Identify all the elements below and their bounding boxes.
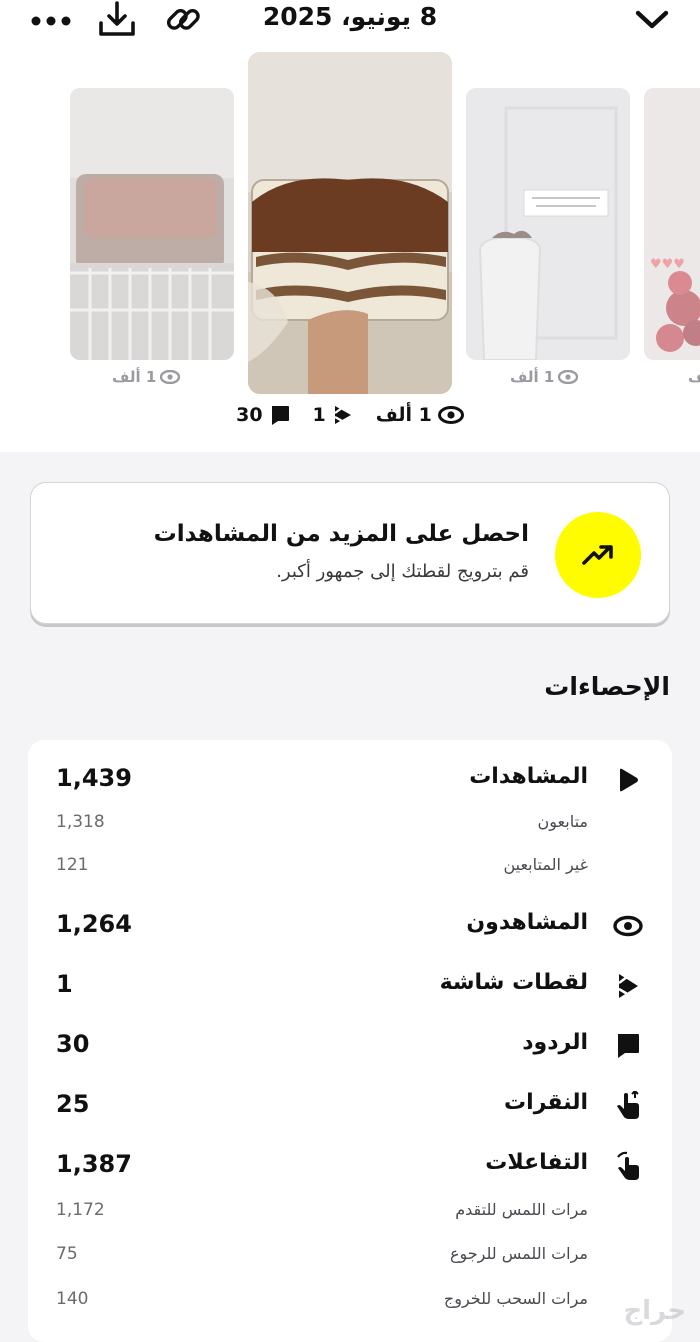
stat-value: 30 xyxy=(56,1030,90,1058)
stat-subrow-non-followers: غير المتابعين 121 xyxy=(28,855,672,885)
eye-icon xyxy=(160,370,181,384)
stat-row-views: المشاهدات 1,439 xyxy=(28,764,672,804)
fridge-cake-image xyxy=(70,88,234,360)
stat-label: التفاعلات xyxy=(485,1150,588,1175)
stats-card: المشاهدات 1,439 متابعون 1,318 غير المتاب… xyxy=(28,740,672,1342)
stat-sublabel: مرات السحب للخروج xyxy=(443,1289,588,1308)
thumbnail-views-label: 1 ألف xyxy=(510,368,555,386)
tiramisu-image xyxy=(248,52,452,394)
metric-screenshots: 1 xyxy=(313,404,354,426)
stat-subvalue: 121 xyxy=(56,855,89,875)
stat-row-screenshots: لقطات شاشة 1 xyxy=(28,970,672,1010)
stat-value: 1 xyxy=(56,970,73,998)
eye-icon xyxy=(558,370,579,384)
story-thumbnail-roses[interactable]: ♥♥♥ xyxy=(644,88,700,360)
stat-value: 25 xyxy=(56,1090,90,1118)
stat-sublabel: متابعون xyxy=(537,812,588,831)
watermark-logo: حراج xyxy=(623,1296,686,1326)
trending-up-icon xyxy=(555,512,641,598)
metric-views-value: 1 ألف xyxy=(375,404,432,426)
stat-value: 1,439 xyxy=(56,764,132,792)
stat-row-replies: الردود 30 xyxy=(28,1030,672,1070)
tap-icon xyxy=(612,1090,644,1122)
eye-icon xyxy=(612,910,644,942)
stats-section-title: الإحصاءات xyxy=(544,672,670,701)
promote-title: احصل على المزيد من المشاهدات xyxy=(153,521,529,547)
stat-value: 1,387 xyxy=(56,1150,132,1178)
metric-replies-value: 30 xyxy=(236,404,263,426)
screenshot-icon xyxy=(612,970,644,1002)
stat-value: 1,264 xyxy=(56,910,132,938)
thumbnail-views-label: 1 ألف xyxy=(112,368,157,386)
svg-text:♥♥♥: ♥♥♥ xyxy=(650,257,685,272)
stat-label: المشاهدات xyxy=(469,764,588,789)
thumbnail-views-label: ألف xyxy=(688,368,700,386)
promote-card[interactable]: احصل على المزيد من المشاهدات قم بترويج ل… xyxy=(30,482,670,624)
stat-label: المشاهدون xyxy=(466,910,588,935)
screenshot-icon xyxy=(334,406,351,424)
thumbnail-views-4: ألف xyxy=(688,368,700,386)
chat-icon xyxy=(612,1030,644,1062)
vase-image xyxy=(466,88,630,360)
promote-subtitle: قم بترويج لقطتك إلى جمهور أكبر. xyxy=(276,561,529,582)
chevron-down-icon[interactable] xyxy=(630,4,674,36)
stat-label: لقطات شاشة xyxy=(439,970,588,995)
story-thumbnail-tiramisu-current[interactable] xyxy=(248,52,452,394)
eye-icon xyxy=(437,406,464,424)
stat-subrow-tap-forward: مرات اللمس للتقدم 1,172 xyxy=(28,1200,672,1230)
stat-subvalue: 1,318 xyxy=(56,812,105,832)
play-icon xyxy=(612,764,644,796)
story-header-panel: 8 يونيو، 2025 1 ألف 1 ألف ♥♥♥ ف 1 ألف 1 … xyxy=(0,0,700,452)
metric-replies: 30 xyxy=(236,404,290,426)
story-date: 8 يونيو، 2025 xyxy=(262,2,438,31)
stat-row-interactions: التفاعلات 1,387 xyxy=(28,1150,672,1190)
stat-sublabel: غير المتابعين xyxy=(503,855,588,874)
story-thumbnail-fridge-cake[interactable] xyxy=(70,88,234,360)
stat-sublabel: مرات اللمس للرجوع xyxy=(449,1244,588,1263)
stat-subrow-swipe-exit: مرات السحب للخروج 140 xyxy=(28,1289,672,1319)
stat-row-taps: النقرات 25 xyxy=(28,1090,672,1130)
thumbnail-views-3: 1 ألف xyxy=(510,368,579,386)
stat-sublabel: مرات اللمس للتقدم xyxy=(455,1200,588,1219)
chat-icon xyxy=(271,406,289,425)
stat-subrow-tap-back: مرات اللمس للرجوع 75 xyxy=(28,1244,672,1274)
story-thumbnail-vase[interactable] xyxy=(466,88,630,360)
stat-subvalue: 75 xyxy=(56,1244,78,1264)
current-story-metrics: 1 ألف 1 30 xyxy=(0,404,700,426)
stat-row-viewers: المشاهدون 1,264 xyxy=(28,910,672,950)
stat-subvalue: 1,172 xyxy=(56,1200,105,1220)
stat-label: النقرات xyxy=(504,1090,588,1115)
metric-screenshots-value: 1 xyxy=(312,404,326,426)
swipe-icon xyxy=(612,1150,644,1182)
stat-subrow-followers: متابعون 1,318 xyxy=(28,812,672,842)
thumbnail-views-1: 1 ألف xyxy=(112,368,181,386)
stat-subvalue: 140 xyxy=(56,1289,89,1309)
metric-views: 1 ألف xyxy=(376,404,464,426)
roses-image: ♥♥♥ xyxy=(644,88,700,360)
stat-label: الردود xyxy=(522,1030,588,1055)
